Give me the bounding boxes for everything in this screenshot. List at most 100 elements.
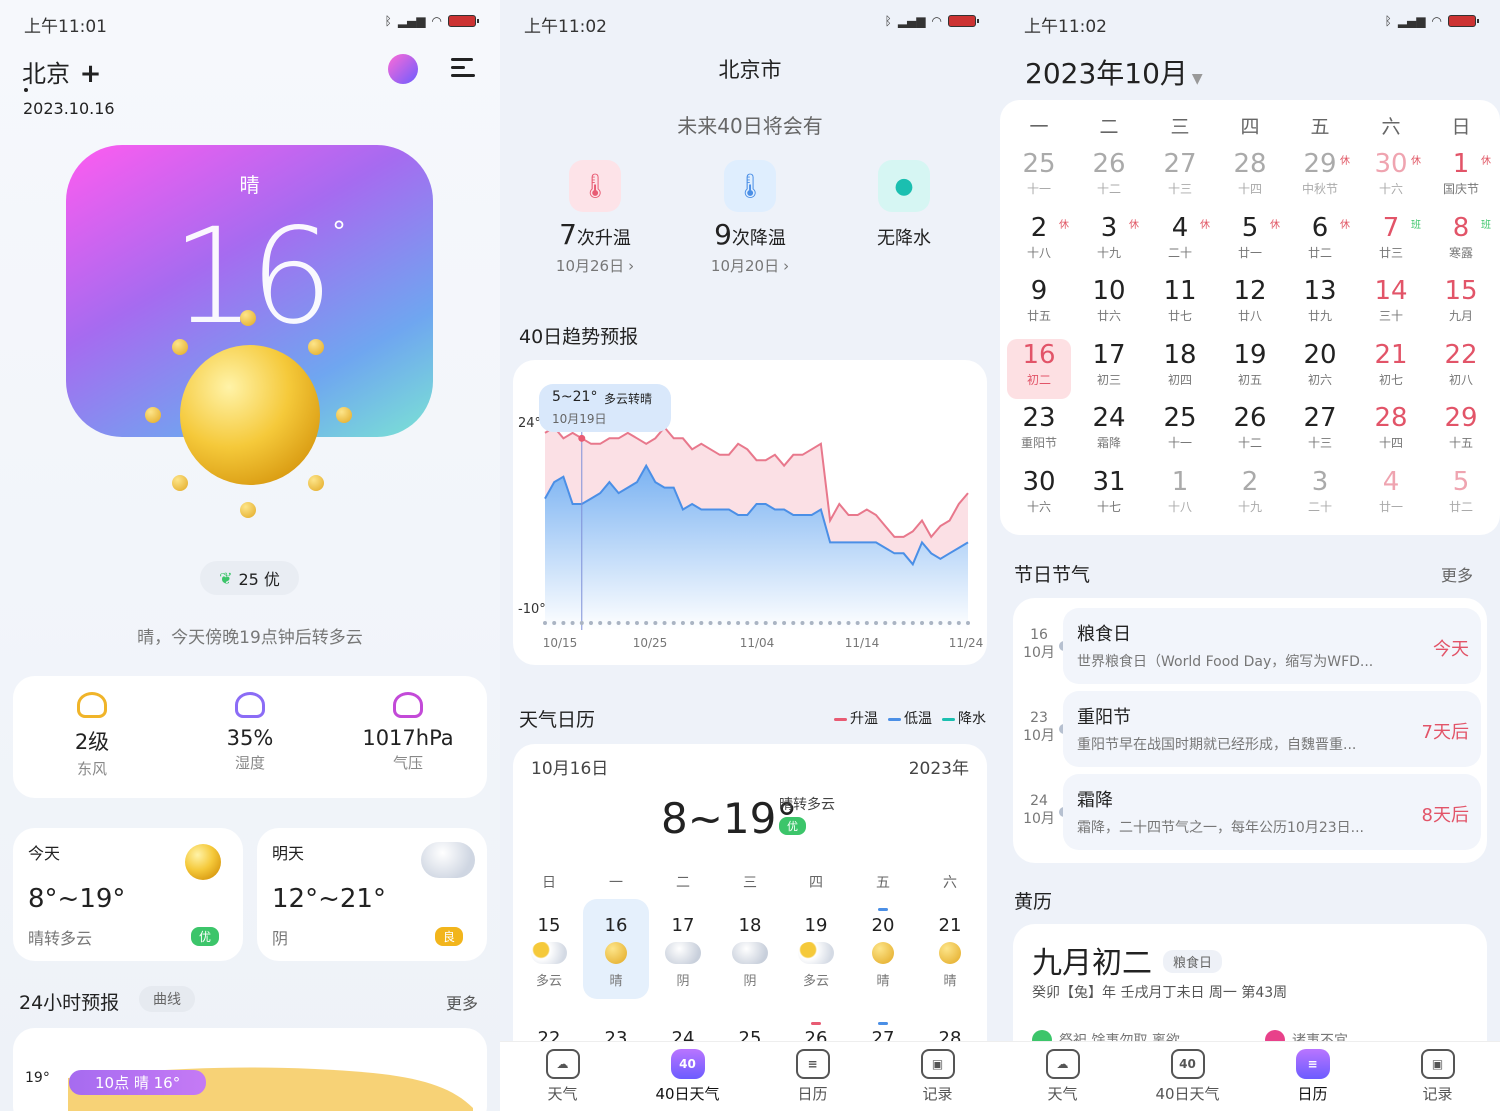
cursor-dot (578, 434, 586, 442)
lunar-label: 十二 (1096, 182, 1121, 196)
tab-1[interactable]: 40 40日天气 (638, 1049, 738, 1104)
tab-1[interactable]: 40 40日天气 (1138, 1049, 1238, 1104)
trend-chart-card[interactable]: 24° -10° 10/15 10/25 11/04 11/14 11/24 5~21° 多… (513, 360, 987, 665)
lunar-label: 霜降 (1096, 436, 1121, 450)
calendar-day[interactable]: 21 初七 (1359, 339, 1423, 399)
calendar-day[interactable]: 31 十七 (1077, 466, 1141, 526)
calendar-day[interactable]: 11 廿七 (1148, 275, 1212, 335)
holiday-item[interactable]: 重阳节 重阳节早在战国时期就已经形成，自魏晋重... 7天后 (1063, 691, 1481, 767)
calendar-day[interactable]: 8 寒露班 (1429, 212, 1493, 272)
calendar-day[interactable]: 26 十二 (1218, 402, 1282, 462)
calendar-day[interactable]: 30 十六 (1007, 466, 1071, 526)
y-tick-label: -10° (518, 602, 546, 617)
forty-day-tab-icon: 40 (670, 1049, 705, 1079)
calendar-day[interactable]: 25 十一 (1148, 402, 1212, 462)
day-number: 18 (1163, 339, 1197, 370)
night-mode-icon[interactable] (388, 54, 418, 84)
day-forecast-17[interactable]: 17 阴 (650, 899, 716, 999)
tomorrow-card[interactable]: 明天 12°~21° 阴 良 (257, 828, 487, 961)
hourly-more-link[interactable]: 更多 (446, 990, 478, 1014)
day-forecast-21[interactable]: 21 晴 (917, 899, 983, 999)
tab-0[interactable]: ☁ 天气 (513, 1049, 613, 1104)
calendar-day[interactable]: 25 十一 (1007, 148, 1071, 208)
sun-ray-dot (336, 407, 352, 423)
city-selector[interactable]: 北京 + (22, 54, 101, 89)
day-forecast-15[interactable]: 15 多云 (516, 899, 582, 999)
calendar-day[interactable]: 7 廿三班 (1359, 212, 1423, 272)
rain-dot (634, 621, 639, 625)
lunar-date: 九月初二 (1032, 946, 1152, 981)
rain-dot (809, 621, 814, 625)
cal-aqi-badge: 优 (779, 817, 806, 835)
menu-icon[interactable] (451, 58, 477, 80)
day-number: 19 (1233, 339, 1267, 370)
hourly-mode-toggle[interactable]: 曲线 (139, 986, 195, 1012)
day-forecast-16[interactable]: 16 晴 (583, 899, 649, 999)
calendar-day[interactable]: 17 初三 (1077, 339, 1141, 399)
holiday-item[interactable]: 粮食日 世界粮食日（World Food Day，缩写为WFD... 今天 (1063, 608, 1481, 684)
tab-3[interactable]: ▣ 记录 (888, 1049, 988, 1104)
sun-ray-dot (240, 310, 256, 326)
today-card[interactable]: 今天 8°~19° 晴转多云 优 (13, 828, 243, 961)
calendar-day[interactable]: 5 廿一休 (1218, 212, 1282, 272)
calendar-day[interactable]: 28 十四 (1218, 148, 1282, 208)
metric-0: 2级 东风 (13, 676, 171, 798)
day-number: 14 (1374, 276, 1408, 306)
rain-dot (745, 621, 750, 625)
calendar-day[interactable]: 29 十五 (1429, 402, 1493, 462)
calendar-day[interactable]: 2 十九 (1218, 466, 1282, 526)
calendar-day[interactable]: 19 初五 (1218, 339, 1282, 399)
tab-3[interactable]: ▣ 记录 (1388, 1049, 1488, 1104)
calendar-day[interactable]: 15 九月 (1429, 275, 1493, 335)
day-number: 21 (938, 915, 962, 936)
aqi-chip[interactable]: ❦ 25 优 (200, 561, 299, 595)
day-forecast-19[interactable]: 19 多云 (783, 899, 849, 999)
day-forecast-18[interactable]: 18 阴 (717, 899, 783, 999)
calendar-day[interactable]: 29 中秋节休 (1288, 148, 1352, 208)
month-selector[interactable]: 2023年10月 ▼ (1025, 52, 1203, 92)
lunar-label: 初三 (1096, 372, 1121, 387)
calendar-day[interactable]: 2 十八休 (1007, 212, 1071, 272)
calendar-day[interactable]: 16 初二 (1007, 338, 1071, 399)
calendar-day[interactable]: 27 十三 (1288, 402, 1352, 462)
calendar-day[interactable]: 13 廿九 (1288, 275, 1352, 335)
rain-dot (929, 621, 934, 625)
calendar-day[interactable]: 24 霜降 (1077, 402, 1141, 462)
holiday-more-link[interactable]: 更多 (1441, 562, 1473, 586)
calendar-day[interactable]: 26 十二 (1077, 148, 1141, 208)
tab-2[interactable]: ≡ 日历 (763, 1049, 863, 1104)
stat-1[interactable]: 🌡 9次降温 10月20日 › (680, 160, 820, 276)
tab-0[interactable]: ☁ 天气 (1013, 1049, 1113, 1104)
day-forecast-20[interactable]: 20 晴 (850, 899, 916, 999)
calendar-day[interactable]: 12 廿八 (1218, 275, 1282, 335)
legend-item: 低温 (888, 708, 932, 728)
wifi-icon: ◠ (431, 14, 442, 28)
calendar-day[interactable]: 1 国庆节休 (1429, 148, 1493, 208)
calendar-day[interactable]: 30 十六休 (1359, 148, 1423, 208)
calendar-day[interactable]: 4 二十休 (1148, 212, 1212, 272)
lunar-label: 廿五 (1026, 309, 1051, 323)
calendar-day[interactable]: 28 十四 (1359, 402, 1423, 462)
bottom-tab-bar: ☁ 天气 40 40日天气 ≡ 日历 ▣ 记录 (1000, 1041, 1500, 1111)
holiday-item[interactable]: 霜降 霜降，二十四节气之一，每年公历10月23日... 8天后 (1063, 774, 1481, 850)
calendar-day[interactable]: 3 二十 (1288, 466, 1352, 526)
calendar-day[interactable]: 5 廿二 (1429, 466, 1493, 526)
tab-2[interactable]: ≡ 日历 (1263, 1049, 1363, 1104)
calendar-day[interactable]: 27 十三 (1148, 148, 1212, 208)
stat-2[interactable]: ● 无降水 (834, 160, 974, 251)
add-city-icon[interactable]: + (80, 59, 102, 89)
calendar-day[interactable]: 1 十八 (1148, 466, 1212, 526)
calendar-day[interactable]: 4 廿一 (1359, 466, 1423, 526)
calendar-day[interactable]: 22 初八 (1429, 339, 1493, 399)
stat-0[interactable]: 🌡 7次升温 10月26日 › (525, 160, 665, 276)
calendar-day[interactable]: 14 三十 (1359, 275, 1423, 335)
calendar-day[interactable]: 3 十九休 (1077, 212, 1141, 272)
day-number: 1 (1171, 466, 1189, 497)
calendar-day[interactable]: 9 廿五 (1007, 275, 1071, 335)
calendar-day[interactable]: 10 廿六 (1077, 275, 1141, 335)
calendar-day[interactable]: 18 初四 (1148, 339, 1212, 399)
calendar-day[interactable]: 23 重阳节 (1007, 402, 1071, 462)
calendar-day[interactable]: 6 廿二休 (1288, 212, 1352, 272)
calendar-day[interactable]: 20 初六 (1288, 339, 1352, 399)
lunar-label: 廿七 (1167, 309, 1192, 323)
